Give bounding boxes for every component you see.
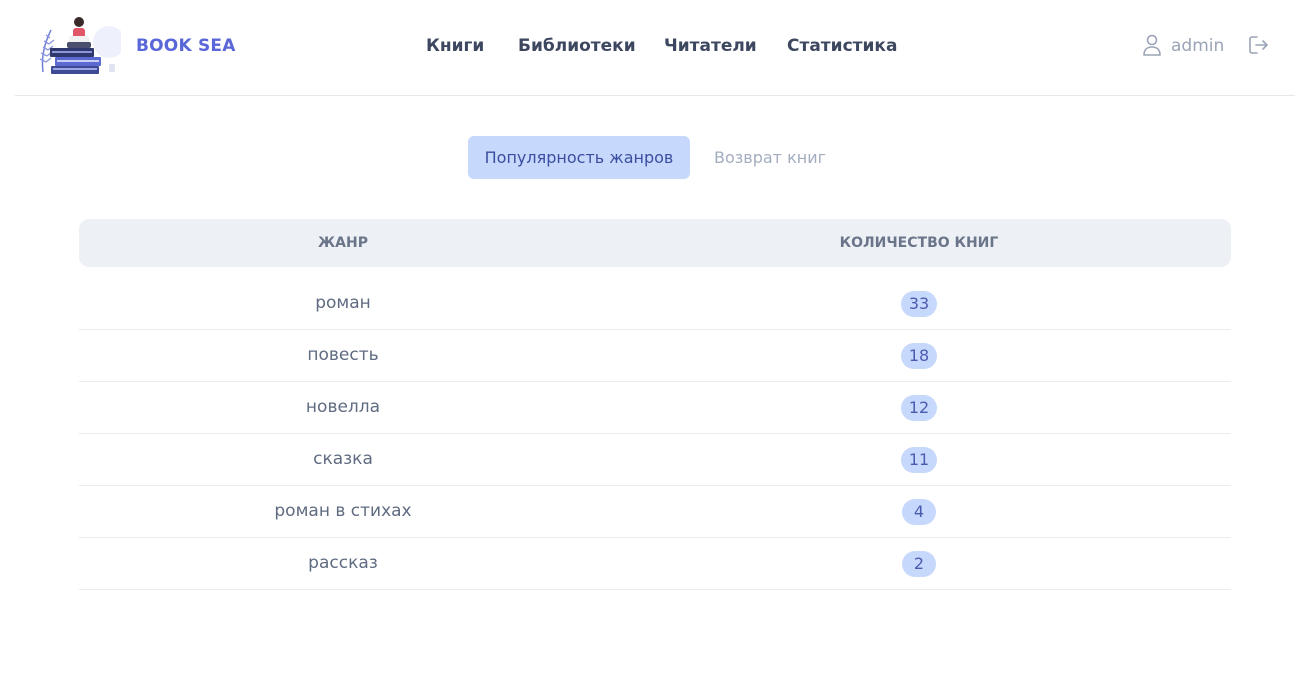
count-badge: 2 [902,550,936,577]
column-header-count[interactable]: КОЛИЧЕСТВО КНИГ [607,219,1231,267]
count-cell: 2 [607,538,1231,589]
brand-name[interactable]: BOOK SEA [136,36,236,56]
count-badge: 11 [900,446,938,473]
genre-cell: новелла [305,397,381,417]
top-header: BOOK SEA Книги Библиотеки Читатели Стати… [15,0,1295,96]
count-cell: 12 [607,382,1231,433]
count-cell: 33 [607,278,1231,329]
genre-cell: сказка [313,449,373,469]
genre-cell: рассказ [308,553,378,573]
table-body: роман 33 повесть 18 новелла 12 сказка 11… [79,278,1231,590]
table-row: рассказ 2 [79,538,1231,590]
column-header-genre[interactable]: ЖАНР [79,219,607,267]
genre-cell: роман в стихах [274,501,412,521]
nav-libraries[interactable]: Библиотеки [518,36,636,56]
tab-book-returns[interactable]: Возврат книг [700,136,840,179]
count-cell: 11 [607,434,1231,485]
user-icon[interactable] [1142,34,1162,56]
table-row: сказка 11 [79,434,1231,486]
count-badge: 12 [900,394,938,421]
table-row: роман 33 [79,278,1231,330]
genre-cell: роман [315,293,371,313]
logout-icon[interactable] [1248,34,1270,56]
count-cell: 18 [607,330,1231,381]
count-badge: 4 [902,498,936,525]
table-row: новелла 12 [79,382,1231,434]
nav-readers[interactable]: Читатели [664,36,757,56]
tab-genre-popularity[interactable]: Популярность жанров [468,136,690,179]
table-header: ЖАНР КОЛИЧЕСТВО КНИГ [79,219,1231,267]
nav-statistics[interactable]: Статистика [787,36,897,56]
page: BOOK SEA Книги Библиотеки Читатели Стати… [0,0,1306,679]
genre-table: ЖАНР КОЛИЧЕСТВО КНИГ роман 33 повесть 18… [79,219,1231,590]
user-name[interactable]: admin [1171,36,1224,56]
book-stack-logo[interactable] [37,12,121,78]
genre-cell: повесть [307,345,379,365]
table-row: повесть 18 [79,330,1231,382]
nav-books[interactable]: Книги [426,36,484,56]
table-row: роман в стихах 4 [79,486,1231,538]
count-badge: 33 [900,290,938,317]
count-cell: 4 [607,486,1231,537]
count-badge: 18 [900,342,938,369]
